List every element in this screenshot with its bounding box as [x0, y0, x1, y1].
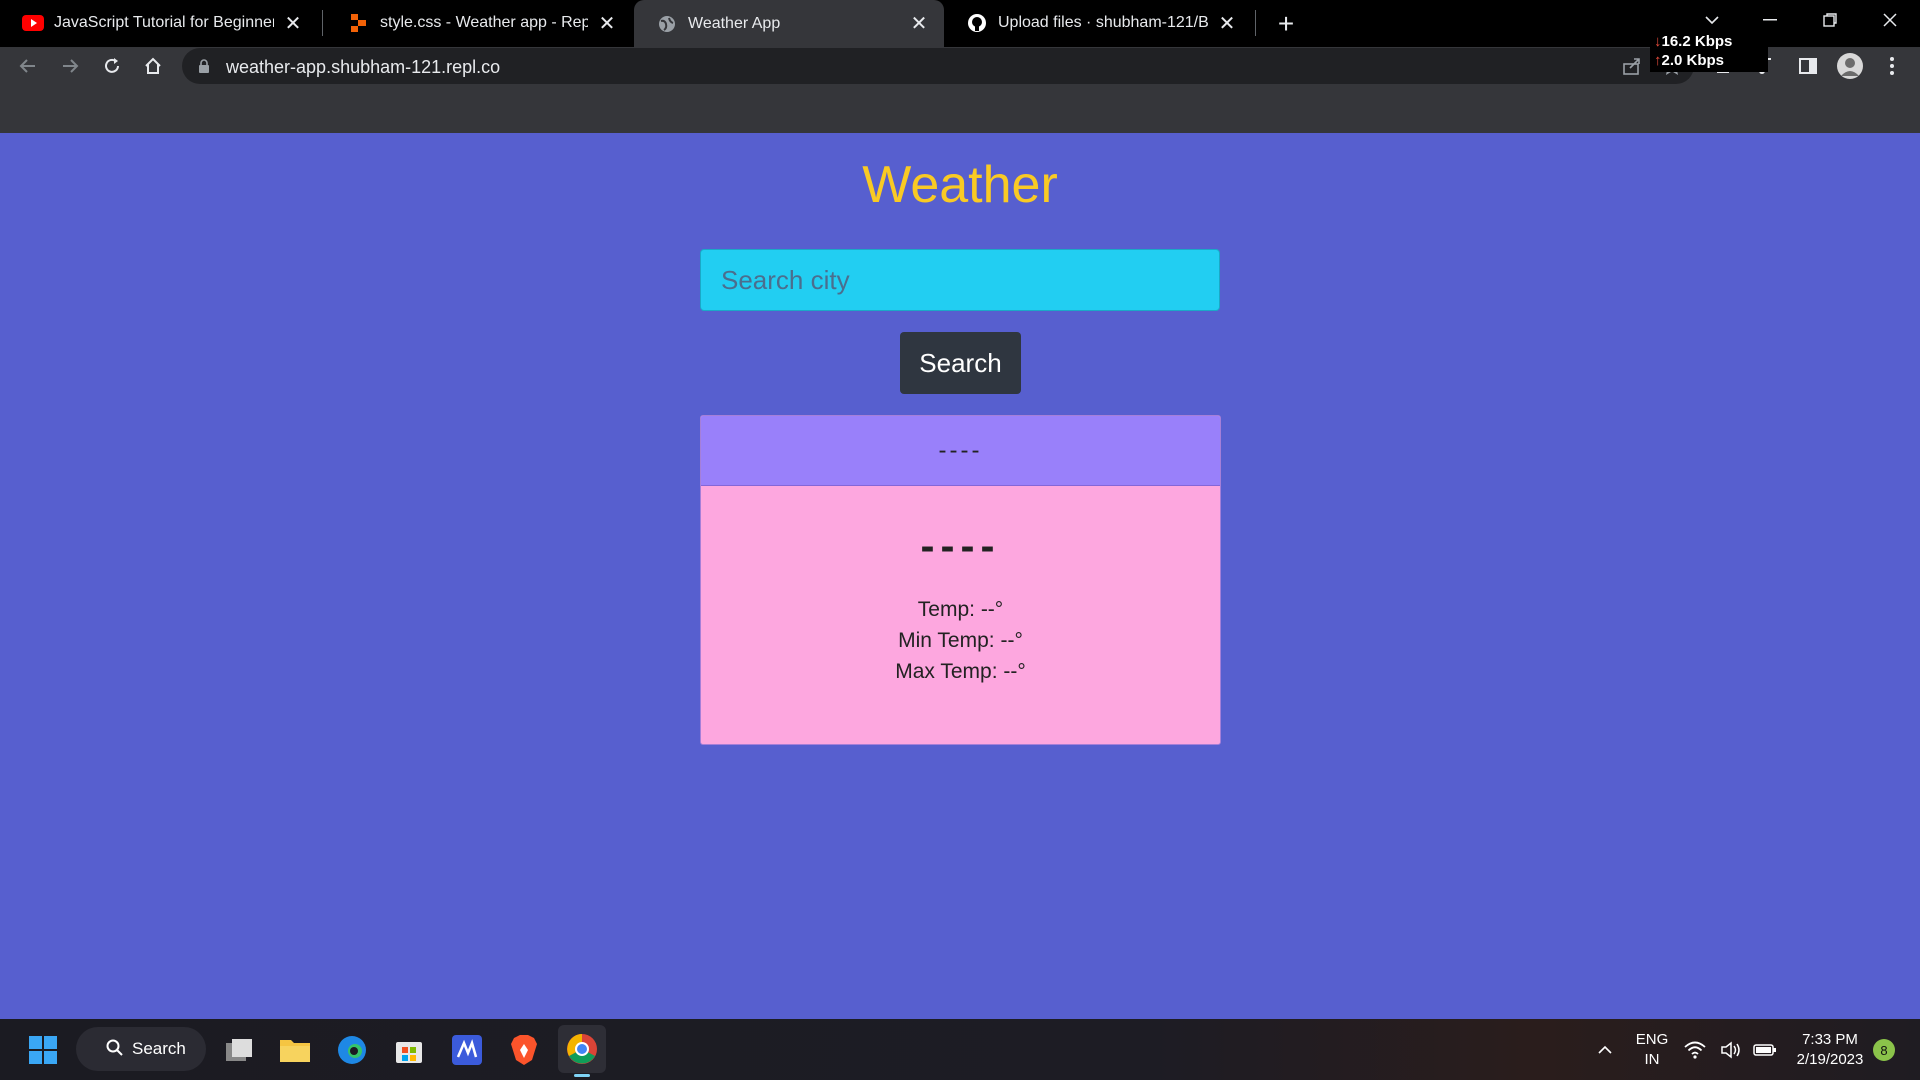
tab-label: JavaScript Tutorial for Beginners — [54, 14, 274, 31]
page-title: Weather — [862, 156, 1058, 214]
city-name: ---- — [920, 522, 1001, 569]
side-panel-icon[interactable] — [1792, 50, 1824, 82]
upload-speed: 2.0 Kbps — [1661, 52, 1725, 69]
globe-icon — [656, 13, 678, 35]
github-icon — [966, 12, 988, 34]
microsoft-store-icon[interactable] — [388, 1029, 430, 1071]
download-speed: 16.2 Kbps — [1661, 33, 1733, 50]
tab-separator — [1255, 10, 1256, 36]
search-icon — [106, 1039, 124, 1062]
volume-icon[interactable] — [1716, 1029, 1746, 1071]
share-icon[interactable] — [1622, 56, 1642, 81]
replit-icon — [348, 12, 370, 34]
chrome-taskbar-icon[interactable] — [558, 1025, 606, 1077]
temperature: Temp: --° — [917, 598, 1004, 621]
file-explorer-icon[interactable] — [274, 1029, 316, 1071]
battery-icon[interactable] — [1750, 1029, 1780, 1071]
profile-avatar[interactable] — [1834, 50, 1866, 82]
windows-start-icon[interactable] — [22, 1029, 64, 1071]
windows-taskbar: Search ENG IN 7:33 PM 2/19/2023 8 — [0, 1019, 1920, 1080]
close-icon[interactable]: ✕ — [282, 12, 304, 35]
clock[interactable]: 7:33 PM 2/19/2023 — [1790, 1030, 1870, 1070]
task-view-icon[interactable] — [218, 1029, 260, 1071]
clock-date: 2/19/2023 — [1796, 1051, 1864, 1068]
wifi-icon[interactable] — [1680, 1029, 1710, 1071]
forward-button[interactable] — [54, 50, 86, 82]
show-hidden-icons-chevron[interactable] — [1590, 1029, 1620, 1071]
address-bar[interactable]: weather-app.shubham-121.repl.co — [182, 48, 1694, 84]
min-temperature: Min Temp: --° — [898, 629, 1023, 652]
network-speed-overlay: ↓16.2 Kbps ↑2.0 Kbps — [1650, 30, 1768, 72]
tab-github[interactable]: Upload files · shubham-121/Begi ✕ — [944, 4, 1252, 42]
language-code: ENG — [1635, 1031, 1669, 1048]
browser-toolbar: weather-app.shubham-121.repl.co — [0, 47, 1920, 85]
close-icon[interactable]: ✕ — [596, 12, 618, 35]
tab-youtube[interactable]: JavaScript Tutorial for Beginners ✕ — [0, 4, 318, 42]
new-tab-button[interactable]: + — [1270, 8, 1302, 40]
tab-weather-app[interactable]: Weather App ✕ — [634, 0, 944, 47]
url-text: weather-app.shubham-121.repl.co — [226, 57, 501, 77]
weather-card: ---- ---- Temp: --° Min Temp: --° Max Te… — [700, 415, 1221, 745]
weather-page: Weather Search ---- ---- Temp: --° Min T… — [0, 133, 1920, 1019]
close-icon[interactable]: ✕ — [908, 13, 930, 35]
taskbar-search-label: Search — [132, 1039, 186, 1058]
restore-button[interactable] — [1800, 0, 1860, 40]
tab-label: Upload files · shubham-121/Begi — [998, 14, 1208, 31]
lock-icon — [198, 59, 210, 78]
back-button[interactable] — [12, 50, 44, 82]
tab-separator — [322, 10, 323, 36]
tab-strip: JavaScript Tutorial for Beginners ✕ styl… — [0, 0, 1920, 47]
search-city-input[interactable] — [700, 249, 1220, 311]
notification-badge[interactable]: 8 — [1873, 1039, 1895, 1061]
tab-label: Weather App — [688, 14, 781, 32]
bookmark-bar — [0, 85, 1920, 133]
more-menu-icon[interactable] — [1876, 50, 1908, 82]
close-icon[interactable]: ✕ — [1216, 12, 1238, 35]
reload-button[interactable] — [96, 50, 128, 82]
tab-replit[interactable]: style.css - Weather app - Replit ✕ — [326, 4, 632, 42]
language-indicator[interactable]: ENG IN — [1632, 1030, 1672, 1070]
card-header: ---- — [701, 416, 1220, 486]
max-temperature: Max Temp: --° — [895, 660, 1026, 683]
weather-stats: Temp: --° Min Temp: --° Max Temp: --° — [701, 594, 1220, 687]
search-button[interactable]: Search — [900, 332, 1021, 394]
vscode-like-icon[interactable] — [446, 1029, 488, 1071]
home-button[interactable] — [137, 50, 169, 82]
download-arrow-icon: ↓ — [1654, 33, 1662, 50]
brave-browser-icon[interactable] — [503, 1029, 545, 1071]
youtube-icon — [22, 12, 44, 34]
tab-label: style.css - Weather app - Replit — [380, 14, 588, 31]
active-app-indicator — [574, 1074, 590, 1077]
taskbar-search[interactable]: Search — [76, 1027, 206, 1071]
edge-browser-icon[interactable] — [331, 1029, 373, 1071]
region-code: IN — [1644, 1051, 1660, 1068]
clock-time: 7:33 PM — [1802, 1031, 1858, 1048]
close-window-button[interactable] — [1860, 0, 1920, 40]
upload-arrow-icon: ↑ — [1654, 52, 1662, 69]
